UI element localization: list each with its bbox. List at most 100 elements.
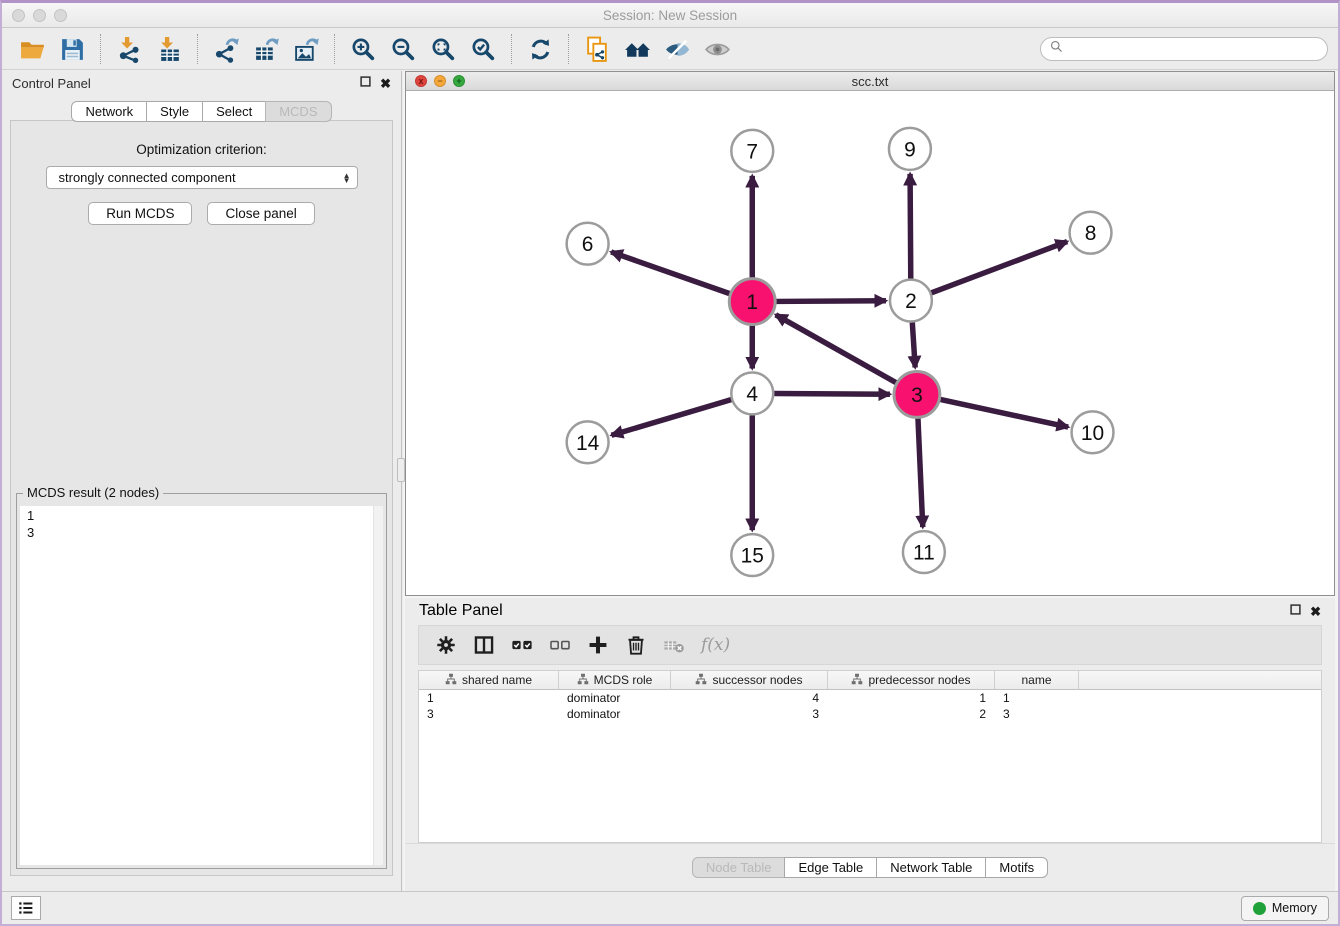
memory-button[interactable]: Memory [1241, 896, 1329, 921]
close-panel-icon[interactable]: ✖ [380, 77, 391, 90]
tab-select[interactable]: Select [202, 101, 266, 122]
node-2[interactable]: 2 [890, 280, 932, 322]
node-10[interactable]: 10 [1072, 411, 1114, 453]
table-row[interactable]: 1dominator411 [419, 690, 1321, 706]
node-14[interactable]: 14 [567, 421, 609, 463]
delete-column-button[interactable] [625, 634, 647, 656]
cell[interactable]: 3 [671, 707, 828, 721]
node-6[interactable]: 6 [567, 223, 609, 265]
minimize-icon[interactable] [33, 9, 46, 22]
svg-text:11: 11 [913, 542, 935, 565]
criterion-select[interactable]: strongly connected component ▲▼ [46, 166, 358, 189]
show-all-button[interactable] [697, 32, 737, 66]
close-panel-button[interactable]: Close panel [207, 202, 314, 225]
tab-network-table[interactable]: Network Table [876, 857, 986, 878]
search-input[interactable] [1068, 42, 1318, 56]
clone-network-button[interactable] [577, 32, 617, 66]
column-header-shared-name[interactable]: shared name [419, 671, 559, 689]
edge-1-6[interactable] [611, 252, 730, 294]
zoom-in-button[interactable] [343, 32, 383, 66]
edge-2-8[interactable] [931, 242, 1067, 293]
cell[interactable]: 1 [419, 691, 559, 705]
column-header-successor-nodes[interactable]: successor nodes [671, 671, 828, 689]
node-8[interactable]: 8 [1070, 212, 1112, 254]
cell[interactable]: 1 [995, 691, 1079, 705]
network-canvas[interactable]: 1 2 3 4 6 7 8 9 10 11 14 15 [406, 92, 1334, 595]
node-11[interactable]: 11 [903, 531, 945, 573]
cell[interactable]: 1 [828, 691, 995, 705]
add-column-button[interactable] [587, 634, 609, 656]
zoom-icon[interactable] [54, 9, 67, 22]
panel-splitter-handle[interactable] [397, 458, 405, 482]
float-table-panel-icon[interactable] [1290, 602, 1301, 620]
edge-1-2[interactable] [776, 301, 886, 302]
deselect-all-columns-button[interactable] [549, 634, 571, 656]
svg-text:1: 1 [746, 291, 758, 314]
function-builder-icon[interactable]: f(x) [701, 635, 730, 655]
float-panel-icon[interactable] [360, 74, 371, 92]
network-window-titlebar[interactable]: scc.txt x − + [406, 72, 1334, 91]
split-columns-button[interactable] [473, 634, 495, 656]
run-mcds-button[interactable]: Run MCDS [88, 202, 192, 225]
tab-node-table[interactable]: Node Table [692, 857, 786, 878]
network-maximize-icon[interactable]: + [453, 75, 465, 87]
network-minimize-icon[interactable]: − [434, 75, 446, 87]
cell[interactable]: dominator [559, 691, 671, 705]
node-4[interactable]: 4 [731, 372, 773, 414]
node-table[interactable]: shared name MCDS rolesuccessor nodesprede… [418, 670, 1322, 843]
edge-2-9[interactable] [910, 174, 911, 279]
settings-icon [435, 634, 457, 656]
task-history-button[interactable] [11, 896, 41, 920]
import-network-button[interactable] [109, 32, 149, 66]
column-header-mcds-role[interactable]: MCDS role [559, 671, 671, 689]
close-icon[interactable] [12, 9, 25, 22]
column-label: shared name [462, 673, 532, 687]
tab-motifs[interactable]: Motifs [985, 857, 1048, 878]
export-table-button[interactable] [246, 32, 286, 66]
edge-3-1[interactable] [776, 315, 896, 383]
cell[interactable]: 4 [671, 691, 828, 705]
export-network-button[interactable] [206, 32, 246, 66]
select-all-columns-button[interactable] [511, 634, 533, 656]
column-header-name[interactable]: name [995, 671, 1079, 689]
column-type-icon [851, 673, 863, 688]
tab-edge-table[interactable]: Edge Table [784, 857, 877, 878]
tab-mcds[interactable]: MCDS [265, 101, 331, 122]
cell[interactable]: dominator [559, 707, 671, 721]
column-header-predecessor-nodes[interactable]: predecessor nodes [828, 671, 995, 689]
zoom-fit-button[interactable] [423, 32, 463, 66]
hide-elements-button[interactable] [657, 32, 697, 66]
mcds-result-text[interactable]: 1 3 [20, 506, 383, 865]
node-1[interactable]: 1 [729, 279, 775, 325]
cell[interactable]: 2 [828, 707, 995, 721]
node-3[interactable]: 3 [894, 371, 940, 417]
network-graph[interactable]: 1 2 3 4 6 7 8 9 10 11 14 15 [406, 92, 1334, 595]
home-network-button[interactable] [617, 32, 657, 66]
node-15[interactable]: 15 [731, 534, 773, 576]
zoom-out-button[interactable] [383, 32, 423, 66]
edge-3-11[interactable] [918, 418, 923, 527]
node-9[interactable]: 9 [889, 128, 931, 170]
cell[interactable]: 3 [995, 707, 1079, 721]
edge-2-3[interactable] [912, 322, 915, 367]
network-close-icon[interactable]: x [415, 75, 427, 87]
import-table-button[interactable] [149, 32, 189, 66]
export-image-button[interactable] [286, 32, 326, 66]
zoom-selected-button[interactable] [463, 32, 503, 66]
open-session-button[interactable] [12, 32, 52, 66]
home-network-icon [624, 36, 651, 63]
cell[interactable]: 3 [419, 707, 559, 721]
edge-3-10[interactable] [940, 399, 1068, 427]
table-row[interactable]: 3dominator323 [419, 706, 1321, 722]
save-session-button[interactable] [52, 32, 92, 66]
tab-style[interactable]: Style [146, 101, 203, 122]
control-panel: Control Panel ✖ NetworkStyleSelectMCDS O… [2, 71, 402, 891]
tab-network[interactable]: Network [71, 101, 147, 122]
node-7[interactable]: 7 [731, 130, 773, 172]
edge-4-14[interactable] [612, 400, 732, 436]
close-table-panel-icon[interactable]: ✖ [1310, 605, 1321, 618]
edge-4-3[interactable] [774, 394, 890, 395]
refresh-layout-button[interactable] [520, 32, 560, 66]
settings-button[interactable] [435, 634, 457, 656]
search-box[interactable] [1040, 37, 1328, 61]
